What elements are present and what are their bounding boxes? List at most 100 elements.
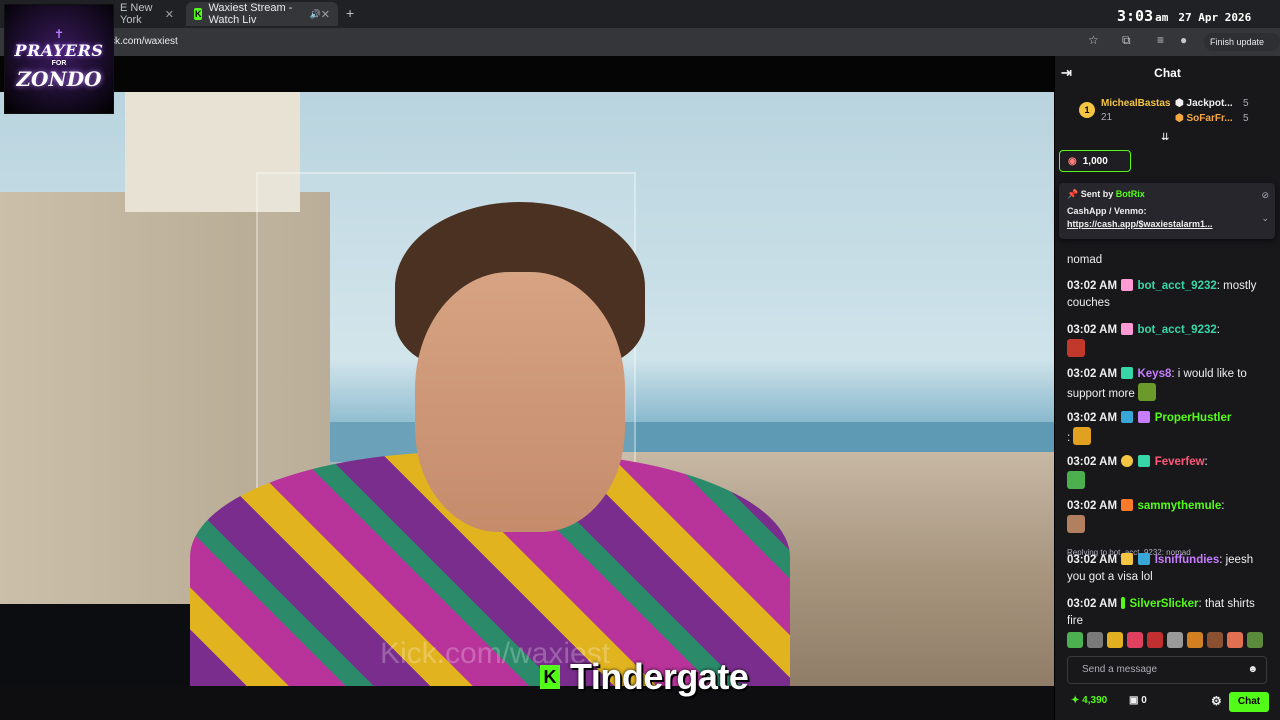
close-icon[interactable]: ✕ — [321, 8, 330, 21]
message-user[interactable]: ProperHustler — [1155, 412, 1232, 424]
message-time: 03:02 AM — [1067, 280, 1118, 292]
profile-avatar-icon[interactable]: ● — [1180, 33, 1187, 47]
hide-pinned-icon[interactable]: ⊘ — [1261, 190, 1269, 201]
sword-badge-icon — [1121, 499, 1134, 511]
collapse-chat-icon[interactable]: ⇥ — [1061, 65, 1072, 81]
chat-panel: ⇥ Chat 1 MichealBastas 21 ⬢ Jackpot... 5… — [1054, 56, 1280, 720]
rank-badge: 1 — [1079, 102, 1095, 118]
og-badge-icon — [1121, 411, 1134, 423]
gift-count[interactable]: ▣ 0 — [1129, 695, 1147, 706]
chevron-down-icon[interactable]: ⌄ — [1261, 213, 1269, 224]
facecam-overlay — [0, 604, 190, 686]
video-streamer — [190, 202, 790, 686]
message-user[interactable]: bot_acct_9232 — [1137, 280, 1216, 292]
gift-badge-icon — [1138, 411, 1151, 423]
emote-icon[interactable] — [1207, 632, 1223, 648]
chat-input-placeholder: Send a message — [1082, 664, 1158, 675]
leaderboard-count: 21 — [1101, 112, 1113, 123]
gift-badge-icon — [1121, 279, 1134, 291]
pinned-sent-by: Sent by — [1080, 189, 1114, 199]
sub-badge-icon — [1121, 367, 1134, 379]
emote-icon — [1067, 471, 1085, 489]
chat-footer: ✦ 4,390 ▣ 0 ⚙ Chat — [1067, 692, 1277, 712]
leaderboard-name[interactable]: MichealBastas — [1101, 98, 1170, 109]
emote-icon[interactable] — [1107, 632, 1123, 648]
browser-tab[interactable]: E New York ✕ — [112, 2, 182, 26]
emote-icon[interactable] — [1187, 632, 1203, 648]
sub-badge-icon — [1138, 455, 1151, 467]
address-bar[interactable]: ck.com/waxiest — [110, 32, 1110, 52]
founder-badge-icon — [1121, 455, 1134, 467]
leaderboard-name[interactable]: ⬢ Jackpot... — [1175, 98, 1233, 109]
send-chat-button[interactable]: Chat — [1229, 692, 1269, 712]
speaker-icon[interactable]: 🔊 — [310, 9, 321, 20]
goal-icon: ◉ — [1068, 155, 1077, 167]
close-icon[interactable]: ✕ — [165, 8, 174, 21]
finish-update-label: Finish update — [1210, 37, 1265, 47]
pinned-message[interactable]: 📌 Sent by BotRix CashApp / Venmo: https:… — [1059, 183, 1275, 239]
stream-title-overlay: K Tindergate — [540, 656, 749, 698]
pinned-link[interactable]: https://cash.app/$waxiestalarm1... — [1067, 219, 1267, 229]
gift-badge-icon — [1121, 323, 1134, 335]
new-tab-button[interactable]: + — [346, 5, 354, 21]
emote-icon[interactable] — [1167, 632, 1183, 648]
pin-toggle-icon[interactable]: ⇊ — [1161, 132, 1169, 143]
emote-icon — [1137, 383, 1156, 401]
browser-tab-bar: E New York ✕ K Waxiest Stream - Watch Li… — [0, 0, 1280, 28]
pinned-bot-name: BotRix — [1115, 189, 1145, 199]
chat-message: 03:02 AM sammythemule: — [1067, 498, 1273, 535]
message-user[interactable]: sammythemule — [1137, 500, 1221, 512]
chat-title: Chat — [1154, 66, 1181, 80]
chat-input[interactable]: Send a message ☻ — [1067, 656, 1267, 684]
points-value: 4,390 — [1082, 695, 1108, 706]
emote-icon[interactable] — [1127, 632, 1143, 648]
message-user[interactable]: SilverSlicker — [1129, 598, 1198, 610]
emote-icon[interactable] — [1227, 632, 1243, 648]
extensions-icon[interactable]: ⧉ — [1122, 33, 1131, 48]
logo-line3: ZONDO — [16, 67, 102, 91]
quick-emote-bar — [1067, 632, 1273, 652]
chat-message: 03:02 AM bot_acct_9232: — [1067, 322, 1273, 359]
logo-line2: FOR — [51, 60, 67, 67]
emote-icon[interactable] — [1147, 632, 1163, 648]
emoji-picker-icon[interactable]: ☻ — [1247, 657, 1258, 683]
message-text: nomad — [1067, 254, 1103, 266]
clock-overlay: 3:03 am 27 Apr 2026 — [1117, 6, 1251, 25]
leaderboard-name-text: Jackpot... — [1186, 98, 1233, 109]
goal-value: 1,000 — [1082, 155, 1108, 167]
browser-tab-active[interactable]: K Waxiest Stream - Watch Liv 🔊 ✕ — [186, 2, 338, 26]
tab-title: Waxiest Stream - Watch Liv — [208, 2, 293, 26]
message-user[interactable]: bot_acct_9232 — [1137, 324, 1216, 336]
overlay-title: Tindergate — [570, 656, 749, 697]
leaderboard-count: 5 — [1243, 98, 1249, 109]
streamer-face — [415, 272, 625, 532]
emote-icon — [1073, 427, 1092, 445]
message-time: 03:02 AM — [1067, 554, 1118, 566]
sub-goal-pill[interactable]: ◉ 1,000 — [1059, 150, 1131, 172]
message-user[interactable]: Feverfew — [1155, 456, 1205, 468]
gift-value: 0 — [1141, 695, 1147, 706]
leaderboard-name-text: SoFarFr... — [1186, 113, 1233, 124]
video-player[interactable]: Kick.com/waxiest — [0, 92, 1054, 686]
emote-icon[interactable] — [1087, 632, 1103, 648]
kick-favicon-icon: K — [194, 8, 203, 20]
channel-points[interactable]: ✦ 4,390 — [1071, 695, 1107, 706]
chat-message: 03:02 AM SilverSlicker: that shirts fire — [1067, 597, 1255, 627]
message-user[interactable]: Isniffundies — [1155, 554, 1220, 566]
chat-message: 03:02 AM Keys8: i would like to support … — [1067, 367, 1247, 401]
pin-icon: 📌 — [1067, 189, 1079, 199]
leaderboard-name[interactable]: ⬢ SoFarFr... — [1175, 113, 1233, 124]
finish-update-button[interactable]: Finish update ⋮ — [1204, 33, 1280, 65]
crown-badge-icon — [1121, 553, 1134, 565]
gear-icon[interactable]: ⚙ — [1211, 694, 1222, 708]
logo-line1: PRAYERS — [14, 41, 104, 60]
message-user[interactable]: Keys8 — [1137, 368, 1171, 380]
star-icon[interactable]: ☆ — [1088, 33, 1099, 47]
player-bottom-bar — [0, 686, 1054, 720]
reading-list-icon[interactable]: ≡ — [1157, 33, 1164, 47]
emote-icon[interactable] — [1247, 632, 1263, 648]
gift-leaderboard: 1 MichealBastas 21 ⬢ Jackpot... 5 ⬢ SoFa… — [1067, 96, 1277, 130]
pinned-text: CashApp / Venmo: — [1067, 206, 1147, 216]
player-top-strip — [0, 56, 1054, 92]
emote-icon[interactable] — [1067, 632, 1083, 648]
